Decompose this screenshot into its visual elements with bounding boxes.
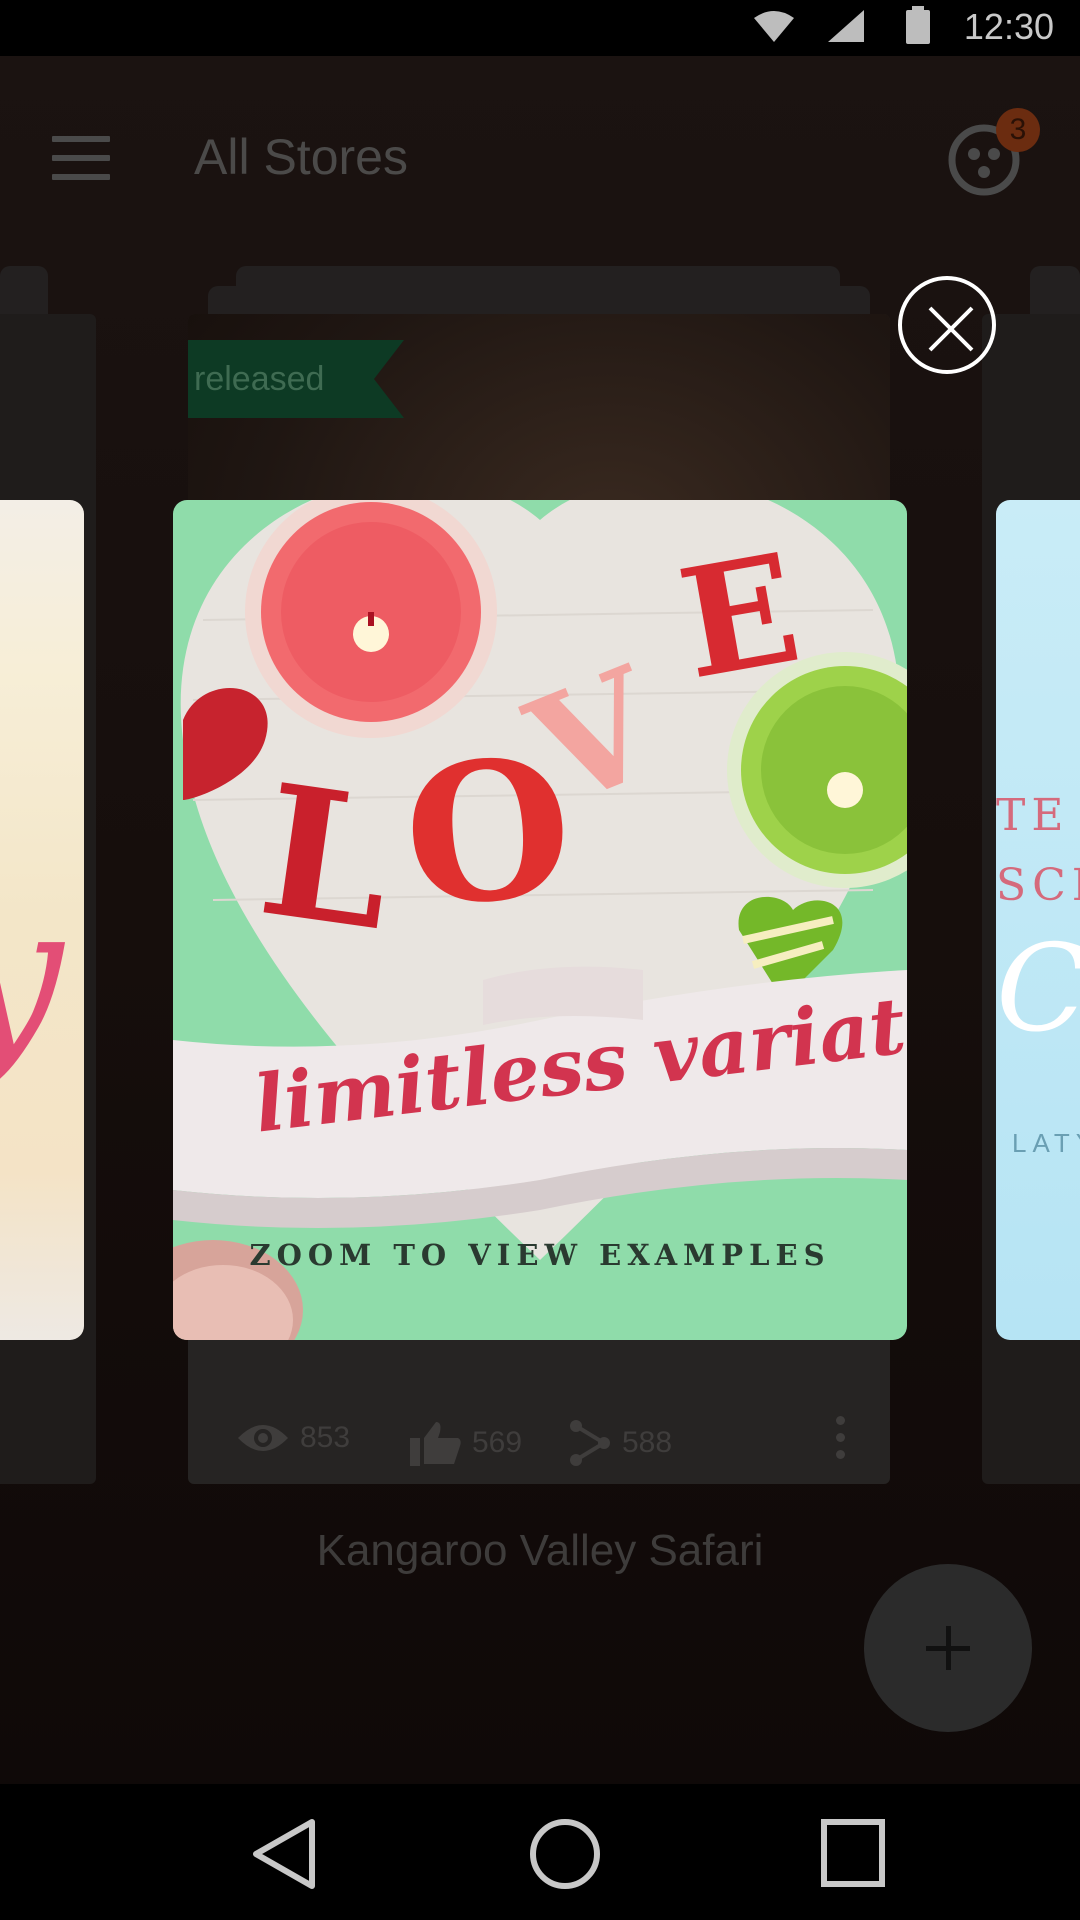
shares-count: 588 [622, 1426, 673, 1459]
share-icon [570, 1420, 610, 1466]
likes-count: 569 [472, 1426, 523, 1459]
add-button[interactable] [864, 1564, 1032, 1732]
home-icon[interactable] [520, 1814, 610, 1894]
carousel-prev-image[interactable]: y [0, 500, 84, 1340]
eye-icon [238, 1425, 288, 1451]
page-title: All Stores [194, 129, 408, 185]
views-stat[interactable]: 853 [236, 1420, 350, 1456]
likes-stat[interactable]: 569 [410, 1420, 522, 1466]
status-time: 12:30 [963, 6, 1054, 47]
close-button[interactable] [898, 276, 996, 374]
next-line-2: SCE [996, 860, 1080, 911]
next-line-1: TE [996, 790, 1070, 841]
card-stats: 853 569 588 [188, 1404, 890, 1484]
featured-image[interactable]: L O V E limitless variations ZOOM TO VIE… [173, 500, 907, 1340]
carousel-next-image[interactable]: TE SCE C LATY [996, 500, 1080, 1340]
thumbs-up-icon [410, 1422, 461, 1466]
battery-icon [906, 6, 930, 44]
views-count: 853 [300, 1421, 351, 1454]
close-icon [928, 306, 974, 352]
recents-icon[interactable] [808, 1814, 898, 1894]
wifi-icon [754, 11, 794, 42]
next-script: C [996, 920, 1080, 1059]
more-options-icon[interactable] [836, 1416, 846, 1467]
toolbar: All Stores 3 [0, 56, 1080, 256]
status-bar: 12:30 [0, 0, 1080, 56]
back-icon[interactable] [244, 1814, 334, 1894]
featured-artwork: L O V E [173, 500, 907, 1340]
notification-badge[interactable]: 3 [996, 108, 1040, 152]
menu-icon[interactable] [52, 136, 110, 180]
next-line-3: LATY [1012, 1128, 1080, 1158]
signal-icon [828, 10, 864, 42]
released-ribbon: released [188, 340, 404, 418]
shares-stat[interactable]: 588 [568, 1420, 672, 1466]
navigation-bar [0, 1784, 1080, 1920]
zoom-label: ZOOM TO VIEW EXAMPLES [249, 1238, 831, 1272]
